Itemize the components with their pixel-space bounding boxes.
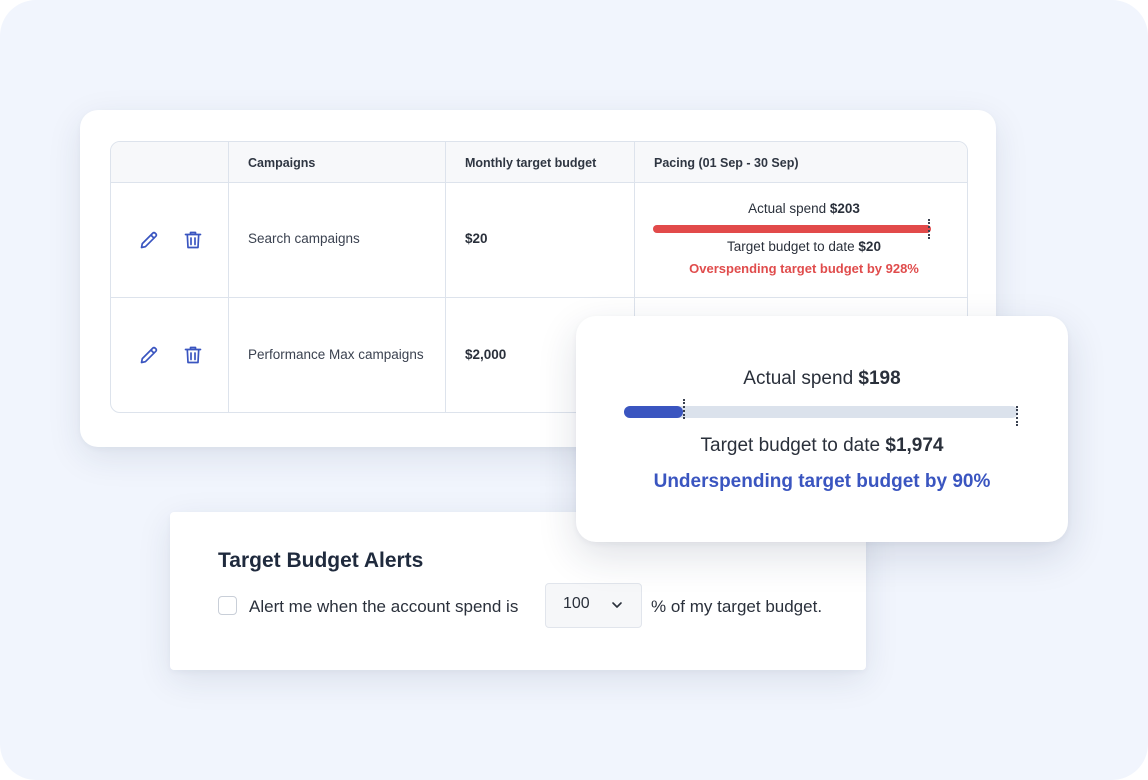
alerts-title: Target Budget Alerts [218, 549, 424, 572]
monthly-budget-value: $20 [465, 231, 488, 246]
pencil-icon [140, 346, 158, 364]
trash-icon [184, 346, 202, 364]
popup-actual-spend-value: $198 [858, 368, 901, 389]
spend-marker [683, 399, 685, 419]
pacing-bar [653, 225, 931, 233]
actual-spend-label: Actual spend [748, 201, 827, 216]
pacing-status: Overspending target budget by 928% [689, 261, 919, 276]
popup-target-budget-value: $1,974 [885, 435, 944, 456]
target-marker [928, 219, 930, 239]
target-marker [1016, 406, 1018, 426]
chevron-down-icon [612, 602, 622, 608]
alert-text-after: % of my target budget. [651, 597, 823, 616]
edit-button[interactable] [137, 343, 161, 367]
delete-button[interactable] [181, 343, 205, 367]
threshold-select-value: 100 [563, 595, 590, 612]
actual-spend-value: $203 [829, 201, 860, 216]
popup-actual-spend-line: Actual spend $198 [576, 368, 1068, 390]
table-header-row: Campaigns Monthly target budget Pacing (… [111, 142, 967, 183]
popup-pacing-bar-fill [624, 406, 683, 418]
trash-icon [184, 231, 202, 249]
pencil-icon [140, 231, 158, 249]
background-canvas: Campaigns Monthly target budget Pacing (… [0, 0, 1148, 780]
campaign-name: Search campaigns [248, 231, 360, 246]
popup-pacing-status: Underspending target budget by 90% [653, 471, 991, 492]
campaign-name: Performance Max campaigns [248, 347, 424, 362]
target-budget-line: Target budget to date $20 [639, 239, 967, 254]
table-row: Search campaigns $20 Actual spend $203 T… [111, 183, 967, 297]
header-monthly-budget: Monthly target budget [465, 156, 597, 170]
alert-checkbox[interactable] [218, 596, 237, 615]
monthly-budget-value: $2,000 [465, 347, 507, 362]
popup-actual-spend-label: Actual spend [743, 368, 854, 389]
delete-button[interactable] [181, 228, 205, 252]
pacing-bar-fill [653, 225, 931, 233]
header-pacing: Pacing (01 Sep - 30 Sep) [654, 156, 799, 170]
popup-target-budget-label: Target budget to date [700, 435, 881, 456]
target-budget-value: $20 [858, 239, 881, 254]
alert-text-before: Alert me when the account spend is [249, 597, 519, 616]
header-campaigns: Campaigns [248, 156, 316, 170]
target-budget-label: Target budget to date [727, 239, 855, 254]
popup-target-budget-line: Target budget to date $1,974 [576, 435, 1068, 457]
edit-button[interactable] [137, 228, 161, 252]
actual-spend-line: Actual spend $203 [639, 201, 967, 216]
threshold-select[interactable]: 100 [545, 583, 642, 628]
pacing-detail-popup: Actual spend $198 Target budget to date … [576, 316, 1068, 542]
